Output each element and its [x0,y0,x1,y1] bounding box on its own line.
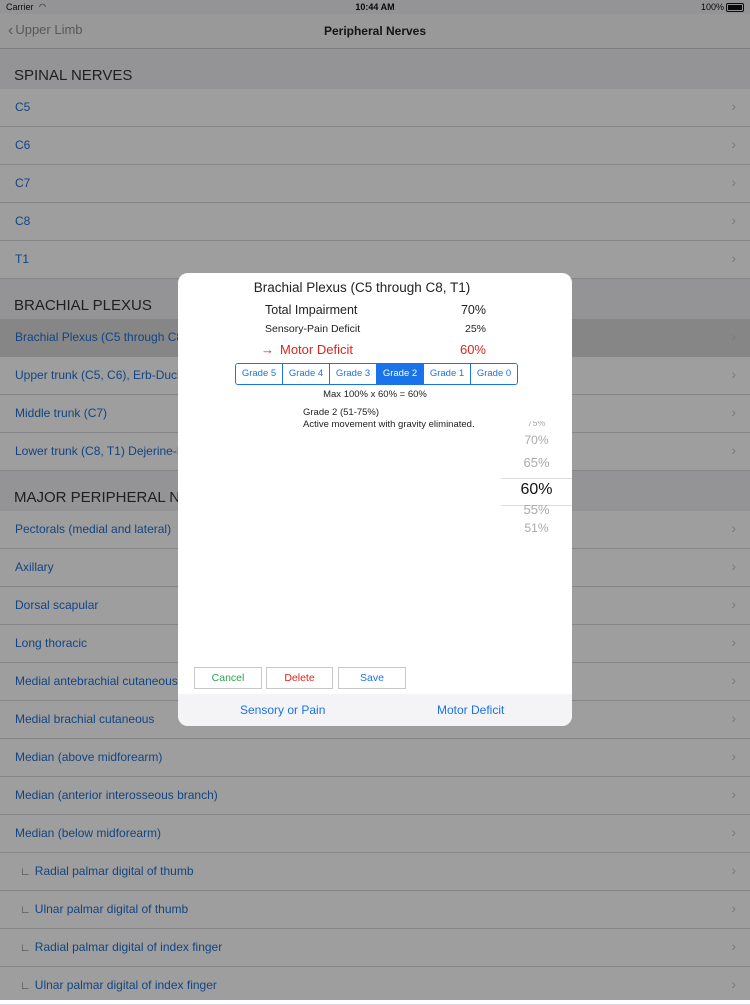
sensory-deficit-row: Sensory-Pain Deficit 25% [265,323,486,335]
modal-backdrop[interactable]: Brachial Plexus (C5 through C8, T1) Tota… [0,0,750,1000]
cancel-button[interactable]: Cancel [194,667,262,689]
sensory-deficit-label: Sensory-Pain Deficit [265,323,361,335]
motor-deficit-label: Motor Deficit [280,342,353,357]
grade-segment[interactable]: Grade 1 [424,364,471,384]
grade-segment[interactable]: Grade 0 [471,364,517,384]
arrow-right-icon: → [261,342,274,357]
grade-segment[interactable]: Grade 2 [377,364,424,384]
tab-motor-deficit[interactable]: Motor Deficit [437,703,504,717]
total-impairment-value: 70% [460,303,486,317]
grade-segmented-control: Grade 5 Grade 4 Grade 3 Grade 2 Grade 1 Grade… [235,363,518,385]
motor-deficit-value: 60% [459,342,486,357]
tab-sensory-or-pain[interactable]: Sensory or Pain [240,703,325,717]
formula-text: Max 100% x 60% = 60% [323,389,427,400]
total-impairment-label: Total Impairment [265,303,358,317]
picker-option[interactable]: 51% [501,521,572,535]
dialog-title: Brachial Plexus (C5 through C8, T1) [253,280,471,295]
grade-segment[interactable]: Grade 5 [236,364,283,384]
picker-option[interactable]: 70% [501,433,572,447]
percent-picker[interactable]: 75% 70% 65% 60% 55% 51% [501,421,572,541]
grade-segment[interactable]: Grade 4 [283,364,330,384]
delete-button[interactable]: Delete [266,667,333,689]
total-impairment-row: Total Impairment 70% [265,303,486,317]
grade-description: Grade 2 (51-75%) Active movement with gr… [303,407,475,431]
picker-option[interactable]: 55% [501,502,572,517]
picker-option[interactable]: 65% [501,455,572,470]
picker-option[interactable]: 75% [501,421,572,427]
sensory-deficit-value: 25% [464,323,486,335]
grade-description-text: Active movement with gravity eliminated. [303,419,475,430]
picker-selected-option[interactable]: 60% [501,481,572,499]
save-button[interactable]: Save [338,667,406,689]
grade-description-title: Grade 2 (51-75%) [303,407,380,418]
impairment-dialog: Brachial Plexus (C5 through C8, T1) Tota… [178,273,572,726]
grade-segment[interactable]: Grade 3 [330,364,377,384]
dialog-footer-tabs: Sensory or Pain Motor Deficit [178,694,572,726]
motor-deficit-row: → Motor Deficit 60% [261,342,486,357]
